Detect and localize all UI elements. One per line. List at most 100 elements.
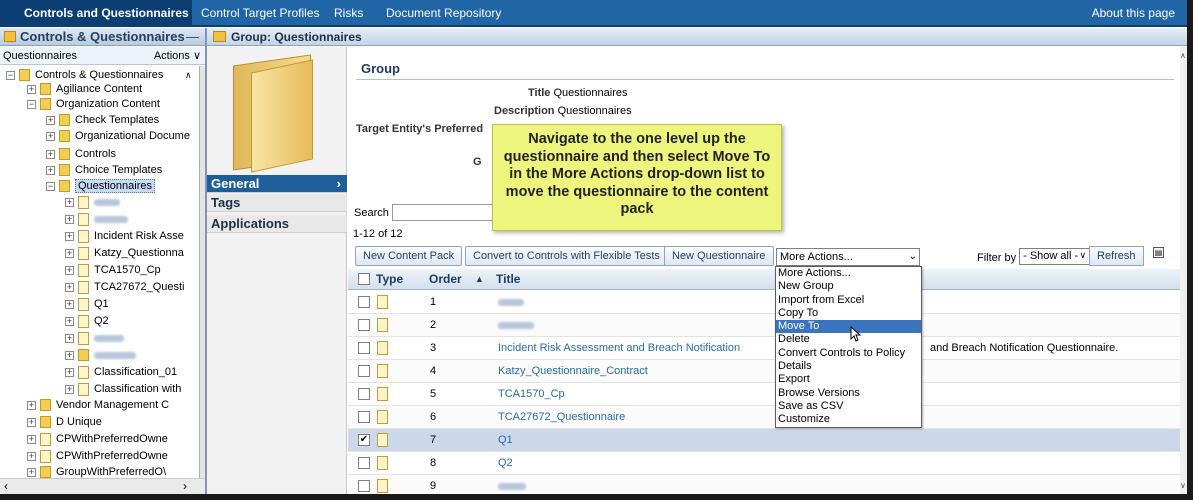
row-checkbox[interactable] (358, 411, 370, 423)
menu-item-save-csv[interactable]: Save as CSV (776, 400, 921, 413)
expand-icon[interactable]: + (65, 333, 74, 343)
tree-node-agiliance[interactable]: + Agiliance Content (27, 81, 142, 97)
table-row[interactable]: 6 TCA27672_Questionnaire (348, 406, 1180, 429)
select-all-checkbox[interactable] (358, 273, 370, 285)
row-title-link[interactable]: TCA1570_Cp (498, 388, 565, 400)
more-actions-select[interactable]: More Actions... ⌄ (776, 248, 920, 266)
tree-node-q2[interactable]: + Q2 (65, 313, 109, 329)
expand-icon[interactable]: + (27, 417, 36, 427)
table-row[interactable]: 4 Katzy_Questionnaire_Contract (348, 360, 1180, 383)
expand-icon[interactable]: + (65, 231, 74, 241)
table-row[interactable]: 8 Q2 (348, 452, 1180, 475)
tree-node-vendor[interactable]: + Vendor Management C (27, 397, 169, 413)
expand-icon[interactable]: + (27, 467, 36, 477)
expand-icon[interactable]: + (65, 299, 74, 309)
scroll-left-icon[interactable]: ‹ (4, 479, 8, 493)
menu-item-browse-versions[interactable]: Browse Versions (776, 387, 921, 400)
new-content-pack-button[interactable]: New Content Pack (355, 246, 463, 266)
expand-icon[interactable]: + (46, 115, 55, 125)
tree-node-check-templates[interactable]: + Check Templates (46, 112, 159, 128)
nav-applications[interactable]: Applications (207, 215, 347, 233)
tree-node-organization[interactable]: − Organization Content (27, 96, 160, 112)
tree-node-controls[interactable]: + Controls (46, 146, 116, 162)
tree-node-classification-01[interactable]: + Classification_01 (65, 364, 177, 380)
menu-item-convert-policy[interactable]: Convert Controls to Policy (776, 347, 921, 360)
tree-node-d-unique[interactable]: + D Unique (27, 414, 102, 430)
menu-item-move-to[interactable]: Move To (776, 320, 921, 334)
tree-horizontal-scrollbar[interactable]: ‹ › (0, 478, 205, 494)
row-checkbox[interactable] (358, 365, 370, 377)
column-type[interactable]: Type (376, 272, 403, 286)
row-checkbox[interactable] (358, 319, 370, 331)
nav-general[interactable]: General › (207, 175, 347, 193)
row-checkbox[interactable] (358, 296, 370, 308)
expand-icon[interactable]: + (27, 451, 36, 461)
table-row[interactable]: 2 (348, 314, 1180, 337)
tree-node-tca1570[interactable]: + TCA1570_Cp (65, 262, 161, 278)
expand-icon[interactable]: + (46, 149, 55, 159)
expand-icon[interactable]: + (65, 367, 74, 377)
table-row[interactable]: 5 TCA1570_Cp (348, 383, 1180, 406)
expand-icon[interactable]: + (65, 384, 74, 394)
collapse-icon[interactable]: − (27, 99, 36, 109)
expand-icon[interactable]: + (27, 400, 36, 410)
row-title-link[interactable]: Katzy_Questionnaire_Contract (498, 365, 648, 377)
tree-node-item[interactable]: + (65, 194, 120, 210)
expand-icon[interactable]: + (65, 282, 74, 292)
collapse-button[interactable]: — (186, 28, 199, 46)
scroll-right-icon[interactable]: › (183, 479, 187, 493)
expand-icon[interactable]: + (65, 316, 74, 326)
sort-asc-icon[interactable]: ▲ (475, 274, 484, 284)
row-title-link[interactable]: TCA27672_Questionnaire (498, 411, 625, 423)
search-input[interactable] (392, 204, 502, 221)
row-checkbox[interactable] (358, 342, 370, 354)
menu-item-export[interactable]: Export (776, 373, 921, 386)
tab-risks[interactable]: Risks (326, 0, 371, 27)
row-title-link[interactable]: Q1 (498, 434, 513, 446)
questionnaires-dropdown[interactable]: Questionnaires (3, 50, 77, 62)
expand-icon[interactable]: + (46, 131, 55, 141)
collapse-icon[interactable]: − (6, 70, 15, 80)
menu-item-details[interactable]: Details (776, 360, 921, 373)
tab-control-target-profiles[interactable]: Control Target Profiles (193, 0, 328, 27)
tree-node-tca27672[interactable]: + TCA27672_Questi (65, 279, 185, 295)
expand-icon[interactable]: + (27, 84, 36, 94)
menu-item-more-actions[interactable]: More Actions... (776, 267, 921, 280)
table-row[interactable]: 9 (348, 475, 1180, 494)
table-row[interactable]: 3 Incident Risk Assessment and Breach Not… (348, 337, 1180, 360)
tree-node-gw1[interactable]: + GroupWithPreferredO\ (27, 464, 166, 478)
tree-node-classification-with[interactable]: + Classification with (65, 381, 181, 397)
tree-node-cpw1[interactable]: + CPWithPreferredOwne (27, 431, 168, 447)
tree-node-item[interactable]: + (65, 347, 136, 363)
menu-item-customize[interactable]: Customize (776, 413, 921, 426)
menu-item-copy-to[interactable]: Copy To (776, 307, 921, 320)
expand-icon[interactable]: + (65, 197, 74, 207)
export-grid-icon[interactable]: ▤ (1153, 247, 1164, 258)
expand-icon[interactable]: + (65, 350, 74, 360)
table-row-selected[interactable]: ✔ 7 Q1 (348, 429, 1180, 452)
convert-controls-button[interactable]: Convert to Controls with Flexible Tests (465, 246, 668, 266)
column-title[interactable]: Title (496, 272, 520, 286)
about-link[interactable]: About this page (1084, 0, 1183, 27)
tree-node-katzy[interactable]: + Katzy_Questionna (65, 245, 184, 261)
column-order[interactable]: Order (429, 272, 462, 286)
row-checkbox[interactable] (358, 388, 370, 400)
scroll-up-icon[interactable]: ∧ (1180, 51, 1186, 60)
tab-controls-questionnaires[interactable]: Controls and Questionnaires (0, 0, 192, 27)
menu-item-new-group[interactable]: New Group (776, 280, 921, 293)
tree-node-org-docs[interactable]: + Organizational Docume (46, 128, 190, 144)
expand-icon[interactable]: + (65, 248, 74, 258)
row-title-link[interactable]: Q2 (498, 457, 513, 469)
tree-node-cpw2[interactable]: + CPWithPreferredOwne (27, 448, 168, 464)
actions-menu[interactable]: Actions ∨ (154, 47, 201, 65)
tab-document-repository[interactable]: Document Repository (378, 0, 509, 27)
scroll-down-icon[interactable]: ∨ (1180, 481, 1186, 490)
expand-icon[interactable]: + (27, 434, 36, 444)
new-questionnaire-button[interactable]: New Questionnaire (664, 246, 774, 266)
main-vertical-scrollbar[interactable]: ∧ ∨ (1180, 47, 1187, 494)
tree-node-item[interactable]: + (65, 330, 124, 346)
tree-node-q1[interactable]: + Q1 (65, 296, 109, 312)
filter-select[interactable]: - Show all - ∨ (1019, 248, 1091, 265)
menu-item-import-excel[interactable]: Import from Excel (776, 294, 921, 307)
row-checkbox-checked[interactable]: ✔ (358, 434, 370, 446)
